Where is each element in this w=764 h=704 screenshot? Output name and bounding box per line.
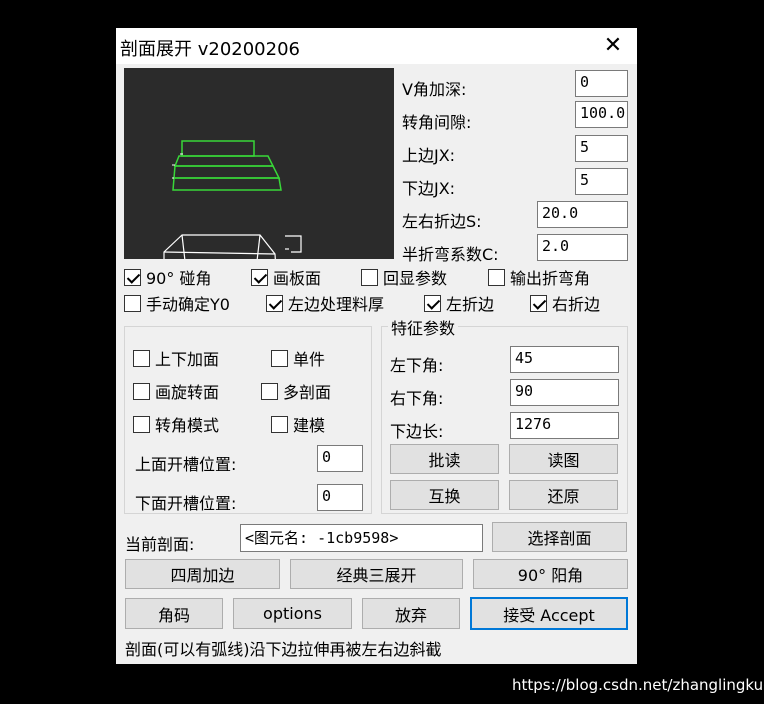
profile-shape <box>172 140 282 191</box>
checkbox-icon <box>261 382 278 400</box>
check-output-bend-angle[interactable]: 输出折弯角 <box>488 265 590 289</box>
close-icon[interactable]: ✕ <box>595 32 631 60</box>
upper-slot-label: 上面开槽位置: <box>135 455 237 474</box>
window-title: 剖面展开 v20200206 <box>120 39 300 60</box>
corner-code-button[interactable]: 角码 <box>125 598 223 629</box>
right-angle-label: 右下角: <box>390 389 444 408</box>
bottom-jx-label: 下边JX: <box>402 179 456 198</box>
corner-gap-input[interactable]: 100.0 <box>575 101 628 128</box>
watermark-text: https://blog.csdn.net/zhanglingkuo <box>512 676 764 694</box>
checkbox-icon <box>271 415 288 433</box>
checkbox-icon <box>488 268 505 286</box>
check-draw-rotation[interactable]: 画旋转面 <box>133 379 219 403</box>
side-fold-label: 左右折边S: <box>402 212 482 231</box>
unfolded-shape <box>163 234 302 273</box>
select-section-button[interactable]: 选择剖面 <box>492 522 627 552</box>
status-text: 剖面(可以有弧线)沿下边拉伸再被左右边斜截 <box>125 640 442 659</box>
checkbox-icon <box>133 415 150 433</box>
options-button[interactable]: options <box>233 598 352 629</box>
check-left-fold[interactable]: 左折边 <box>424 291 494 315</box>
current-section-label: 当前剖面: <box>125 535 195 554</box>
check-90-corner[interactable]: 90° 碰角 <box>124 265 211 289</box>
classic-unfold-button[interactable]: 经典三展开 <box>290 559 463 589</box>
checkbox-icon <box>361 268 378 286</box>
checkmark-icon <box>124 268 141 286</box>
feature-params-title: 特征参数 <box>388 315 459 339</box>
check-multi-section[interactable]: 多剖面 <box>261 379 331 403</box>
accept-button[interactable]: 接受 Accept <box>470 597 628 630</box>
checkbox-icon <box>271 349 288 367</box>
checkbox-icon <box>133 349 150 367</box>
checkbox-icon <box>133 382 150 400</box>
check-top-bottom-face[interactable]: 上下加面 <box>133 346 219 370</box>
half-bend-label: 半折弯系数C: <box>402 245 499 264</box>
corner-gap-label: 转角间隙: <box>402 113 472 132</box>
bottom-jx-input[interactable]: 5 <box>575 168 628 195</box>
top-jx-input[interactable]: 5 <box>575 135 628 162</box>
check-single-part[interactable]: 单件 <box>271 346 325 370</box>
lower-slot-label: 下面开槽位置: <box>135 494 237 513</box>
add-edges-button[interactable]: 四周加边 <box>125 559 280 589</box>
v-depth-label: V角加深: <box>402 80 467 99</box>
checkmark-icon <box>266 294 283 312</box>
checkmark-icon <box>424 294 441 312</box>
current-section-input[interactable]: <图元名: -1cb9598> <box>240 524 483 552</box>
check-left-thickness[interactable]: 左边处理料厚 <box>266 291 384 315</box>
checkbox-icon <box>124 294 141 312</box>
abandon-button[interactable]: 放弃 <box>362 598 460 629</box>
checkmark-icon <box>530 294 547 312</box>
lower-slot-input[interactable]: 0 <box>317 484 363 511</box>
bottom-length-label: 下边长: <box>390 422 444 441</box>
check-modeling[interactable]: 建模 <box>271 412 325 436</box>
preview-drawing <box>163 140 302 273</box>
read-drawing-button[interactable]: 读图 <box>509 444 618 474</box>
title-bar: 剖面展开 v20200206 ✕ <box>116 28 637 64</box>
left-angle-input[interactable]: 45 <box>510 346 619 373</box>
top-jx-label: 上边JX: <box>402 146 456 165</box>
v-depth-input[interactable]: 0 <box>575 70 628 97</box>
upper-slot-input[interactable]: 0 <box>317 445 363 472</box>
batch-read-button[interactable]: 批读 <box>390 444 499 474</box>
check-draw-panel[interactable]: 画板面 <box>251 265 321 289</box>
check-right-fold[interactable]: 右折边 <box>530 291 600 315</box>
bottom-length-input[interactable]: 1276 <box>510 412 619 439</box>
dialog-window: 剖面展开 v20200206 ✕ V角加深: 0 转角间隙: 100.0 上边J… <box>116 28 637 664</box>
half-bend-input[interactable]: 2.0 <box>537 234 628 261</box>
swap-button[interactable]: 互换 <box>390 480 499 510</box>
left-angle-label: 左下角: <box>390 356 444 375</box>
section-preview <box>124 68 394 273</box>
check-echo-params[interactable]: 回显参数 <box>361 265 447 289</box>
restore-button[interactable]: 还原 <box>509 480 618 510</box>
check-manual-y0[interactable]: 手动确定Y0 <box>124 291 230 315</box>
check-corner-mode[interactable]: 转角模式 <box>133 412 219 436</box>
checkmark-icon <box>251 268 268 286</box>
outer-corner-90-button[interactable]: 90° 阳角 <box>473 559 628 589</box>
right-angle-input[interactable]: 90 <box>510 379 619 406</box>
side-fold-input[interactable]: 20.0 <box>537 201 628 228</box>
